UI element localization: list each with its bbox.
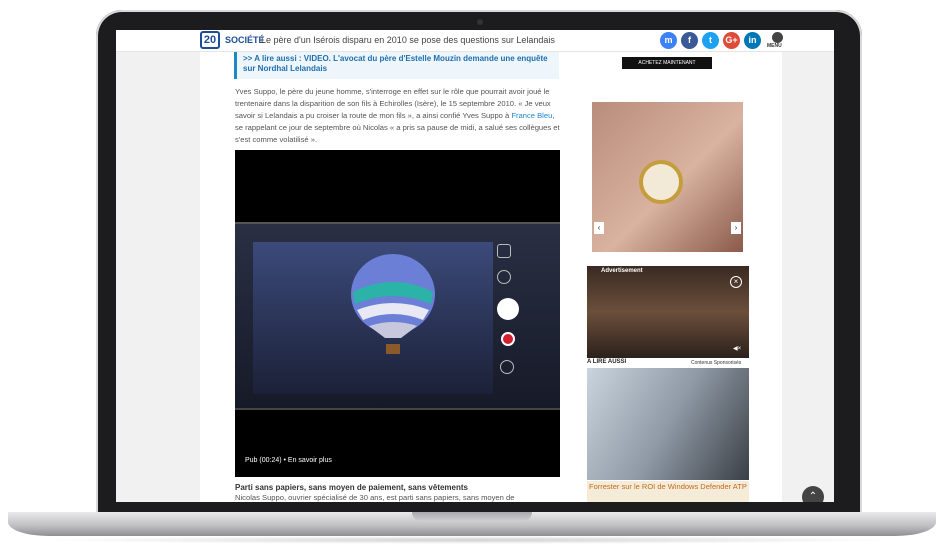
phone-screen — [253, 242, 493, 394]
lire-aussi-label: A LIRE AUSSI — [587, 359, 627, 365]
close-icon[interactable]: × — [730, 276, 742, 288]
watch-ad-image[interactable]: ‹ › — [592, 102, 743, 252]
sponsored-image[interactable] — [587, 368, 749, 480]
messenger-icon[interactable]: m — [660, 32, 677, 49]
site-logo[interactable]: 20 — [200, 31, 220, 49]
related-article-link[interactable]: >> A lire aussi : VIDEO. L'avocat du pèr… — [234, 52, 559, 79]
article-subtext: Nicolas Suppo, ouvrier spécialisé de 30 … — [235, 493, 515, 502]
laptop-shadow — [40, 536, 900, 544]
laptop-mockup: 20 SOCIÉTÉ Le père d'un Isérois disparu … — [0, 0, 940, 547]
header-headline: Le père d'un Isérois disparu en 2010 se … — [261, 35, 555, 45]
mute-icon[interactable]: ◀× — [733, 345, 741, 352]
video-player[interactable]: Pub (00:24) • En savoir plus — [235, 150, 560, 477]
watch-image — [639, 160, 683, 204]
related-line-2[interactable]: sur Nordhal Lelandais — [243, 64, 553, 74]
sponsored-title[interactable]: Forrester sur le ROI de Windows Defender… — [587, 481, 749, 502]
ad-overlay-text[interactable]: Pub (00:24) • En savoir plus — [245, 457, 332, 464]
twitter-icon[interactable]: t — [702, 32, 719, 49]
buy-now-button[interactable]: ACHETEZ MAINTENANT — [622, 57, 712, 69]
article-paragraph: Yves Suppo, le père du jeune homme, s'in… — [235, 86, 560, 146]
advertisement-label: Advertisement — [601, 268, 643, 274]
article-subheading: Parti sans papiers, sans moyen de paieme… — [235, 483, 468, 492]
facebook-icon[interactable]: f — [681, 32, 698, 49]
next-arrow-icon[interactable]: › — [731, 222, 741, 234]
phone-camera-frame — [235, 222, 560, 410]
prev-arrow-icon[interactable]: ‹ — [594, 222, 604, 234]
menu-label[interactable]: MENU — [767, 43, 782, 49]
site-header: 20 SOCIÉTÉ Le père d'un Isérois disparu … — [116, 30, 834, 52]
watch-ad[interactable]: ACHETEZ MAINTENANT ‹ › — [592, 52, 743, 279]
shutter-button[interactable] — [497, 298, 519, 320]
scroll-top-icon[interactable]: ⌃ — [802, 486, 824, 502]
section-label[interactable]: SOCIÉTÉ — [225, 35, 265, 45]
record-button[interactable] — [501, 332, 515, 346]
linkedin-icon[interactable]: in — [744, 32, 761, 49]
browser-screen: 20 SOCIÉTÉ Le père d'un Isérois disparu … — [116, 30, 834, 502]
camera-icon — [477, 19, 483, 25]
switch-camera-icon[interactable] — [497, 270, 511, 284]
google-plus-icon[interactable]: G+ — [723, 32, 740, 49]
gallery-icon[interactable] — [497, 244, 511, 258]
pro-mode-icon[interactable] — [500, 360, 514, 374]
france-bleu-link[interactable]: France Bleu — [511, 111, 552, 120]
related-line-1[interactable]: >> A lire aussi : VIDEO. L'avocat du pèr… — [243, 54, 553, 64]
video-advertisement[interactable]: Advertisement × ◀× — [587, 266, 749, 358]
sponsored-label[interactable]: Contenus Sponsorisés — [691, 360, 741, 366]
laptop-notch — [412, 512, 532, 521]
paragraph-text-1: Yves Suppo, le père du jeune homme, s'in… — [235, 87, 551, 120]
menu-icon[interactable] — [772, 32, 783, 43]
hot-air-balloon-image — [351, 254, 435, 354]
